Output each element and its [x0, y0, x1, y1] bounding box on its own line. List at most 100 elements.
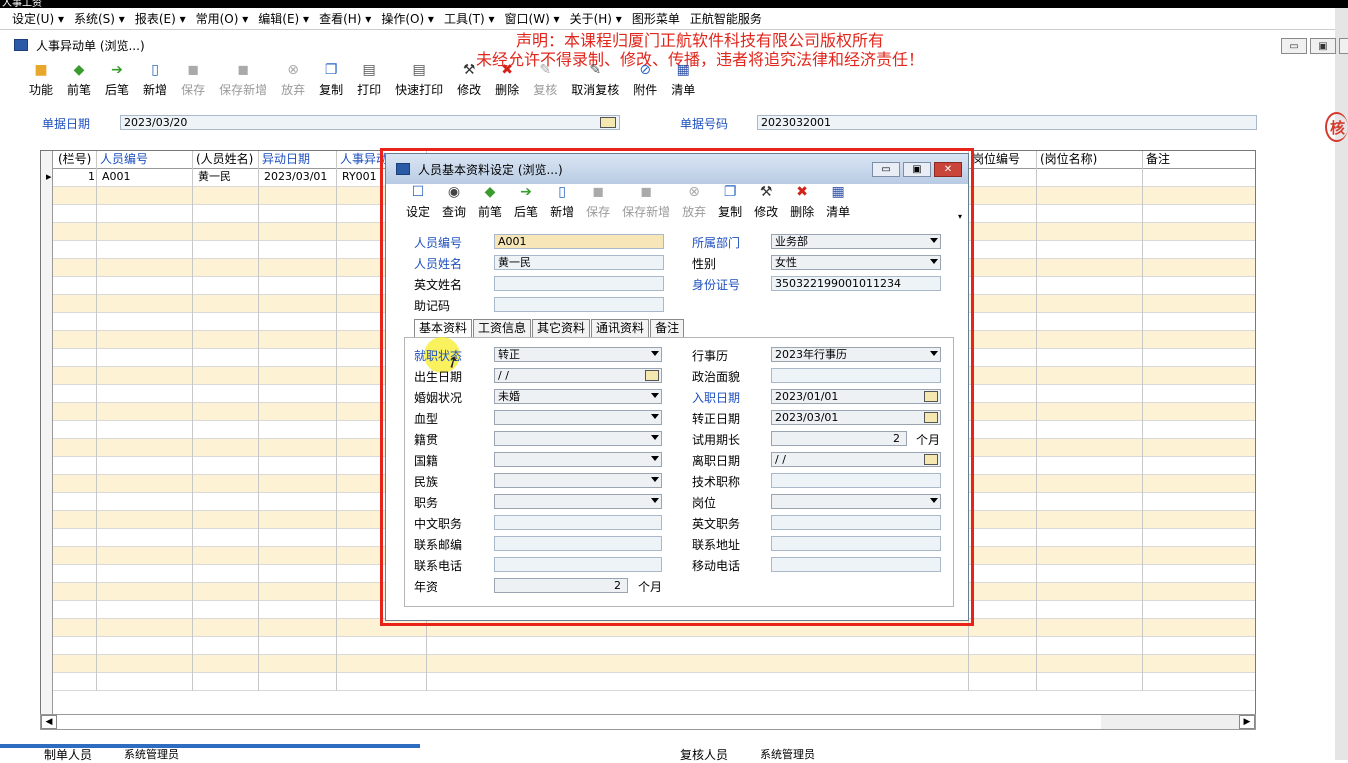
- menu-item-1[interactable]: 系统(S) ▾: [74, 10, 125, 27]
- dialog-maximize-button[interactable]: ▣: [903, 162, 931, 177]
- menu-item-4[interactable]: 编辑(E) ▾: [258, 10, 309, 27]
- toolbar-button-15[interactable]: ▦ 清单: [664, 62, 702, 102]
- chevron-down-icon[interactable]: [651, 435, 659, 440]
- dept-combo[interactable]: 业务部: [771, 234, 941, 249]
- chevron-down-icon[interactable]: [651, 414, 659, 419]
- calendar-icon[interactable]: [600, 117, 616, 128]
- toolbar-button-11[interactable]: ✖ 删除: [488, 62, 526, 102]
- toolbar-button-13[interactable]: ✎ 取消复核: [564, 62, 626, 102]
- cell-change[interactable]: RY001: [339, 169, 377, 185]
- tab-2[interactable]: 其它资料: [532, 319, 591, 337]
- left-field-6[interactable]: [494, 473, 662, 488]
- right-field-7[interactable]: [771, 494, 941, 509]
- chevron-down-icon[interactable]: [930, 259, 938, 264]
- toolbar-button-6[interactable]: ⊗ 放弃: [274, 62, 312, 102]
- toolbar-button-9[interactable]: ▤ 快速打印: [388, 62, 450, 102]
- grid-header-5[interactable]: 岗位编号: [969, 151, 1020, 167]
- left-field-8[interactable]: [494, 515, 662, 530]
- scroll-right-icon[interactable]: ▶: [1239, 715, 1255, 729]
- right-field-8[interactable]: [771, 515, 941, 530]
- menu-item-6[interactable]: 操作(O) ▾: [381, 10, 434, 27]
- menu-item-11[interactable]: 正航智能服务: [690, 10, 762, 27]
- calendar-icon[interactable]: [924, 391, 938, 402]
- grid-header-2[interactable]: (人员姓名): [193, 151, 253, 167]
- left-field-4[interactable]: [494, 431, 662, 446]
- tab-1[interactable]: 工资信息: [473, 319, 532, 337]
- chevron-down-icon[interactable]: [651, 477, 659, 482]
- menu-item-8[interactable]: 窗口(W) ▾: [505, 10, 560, 27]
- dialog-minimize-button[interactable]: ▭: [872, 162, 900, 177]
- menu-item-5[interactable]: 查看(H) ▾: [319, 10, 371, 27]
- chevron-down-icon[interactable]: [930, 238, 938, 243]
- toolbar-button-14[interactable]: ⊘ 附件: [626, 62, 664, 102]
- doc-no-field[interactable]: 2023032001: [757, 115, 1257, 130]
- left-field-3[interactable]: [494, 410, 662, 425]
- minimize-button[interactable]: ▭: [1281, 38, 1307, 54]
- grid-header-1[interactable]: 人员编号: [97, 151, 148, 167]
- left-field-7[interactable]: [494, 494, 662, 509]
- row-marker[interactable]: ▸: [43, 169, 52, 185]
- gender-combo[interactable]: 女性: [771, 255, 941, 270]
- menu-item-7[interactable]: 工具(T) ▾: [444, 10, 495, 27]
- right-field-6[interactable]: [771, 473, 941, 488]
- right-field-10[interactable]: [771, 557, 941, 572]
- doc-date-field[interactable]: 2023/03/20: [120, 115, 620, 130]
- cell-emp-name[interactable]: 黄一民: [195, 169, 231, 185]
- left-field-1[interactable]: / /: [494, 368, 662, 383]
- toolbar-button-5[interactable]: ◼ 保存新增: [212, 62, 274, 102]
- left-field-9[interactable]: [494, 536, 662, 551]
- left-field-2[interactable]: 未婚: [494, 389, 662, 404]
- cell-no[interactable]: 1: [55, 169, 95, 185]
- name-field[interactable]: 黄一民: [494, 255, 664, 270]
- left-field-5[interactable]: [494, 452, 662, 467]
- tab-3[interactable]: 通讯资料: [591, 319, 650, 337]
- grid-header-0[interactable]: (栏号): [55, 151, 91, 167]
- chevron-down-icon[interactable]: [651, 351, 659, 356]
- restore-button[interactable]: ▣: [1310, 38, 1336, 54]
- right-field-1[interactable]: [771, 368, 941, 383]
- grid-header-3[interactable]: 异动日期: [259, 151, 310, 167]
- left-field-10[interactable]: [494, 557, 662, 572]
- toolbar-button-12[interactable]: ✎ 复核: [526, 62, 564, 102]
- grid-header-7[interactable]: 备注: [1143, 151, 1170, 167]
- dialog-close-button[interactable]: ✕: [934, 162, 962, 177]
- scroll-left-icon[interactable]: ◀: [41, 715, 57, 729]
- right-field-3[interactable]: 2023/03/01: [771, 410, 941, 425]
- mnemonic-field[interactable]: [494, 297, 664, 312]
- toolbar-button-2[interactable]: ➔ 后笔: [98, 62, 136, 102]
- calendar-icon[interactable]: [924, 412, 938, 423]
- right-field-5[interactable]: / /: [771, 452, 941, 467]
- scroll-thumb[interactable]: [57, 715, 1101, 729]
- emp-no-field[interactable]: A001: [494, 234, 664, 249]
- menu-item-9[interactable]: 关于(H) ▾: [570, 10, 622, 27]
- chevron-down-icon[interactable]: [651, 498, 659, 503]
- toolbar-button-4[interactable]: ◼ 保存: [174, 62, 212, 102]
- calendar-icon[interactable]: [924, 454, 938, 465]
- toolbar-button-8[interactable]: ▤ 打印: [350, 62, 388, 102]
- toolbar-button-10[interactable]: ⚒ 修改: [450, 62, 488, 102]
- chevron-down-icon[interactable]: [651, 456, 659, 461]
- menu-item-3[interactable]: 常用(O) ▾: [196, 10, 249, 27]
- toolbar-button-7[interactable]: ❐ 复制: [312, 62, 350, 102]
- toolbar-button-0[interactable]: ■ 功能: [22, 62, 60, 102]
- cell-date[interactable]: 2023/03/01: [261, 169, 327, 185]
- calendar-icon[interactable]: [645, 370, 659, 381]
- menu-item-10[interactable]: 图形菜单: [632, 10, 680, 27]
- en-name-field[interactable]: [494, 276, 664, 291]
- horizontal-scrollbar[interactable]: ◀ ▶: [40, 714, 1256, 730]
- id-field[interactable]: 350322199001011234: [771, 276, 941, 291]
- menu-item-2[interactable]: 报表(E) ▾: [135, 10, 186, 27]
- grid-header-6[interactable]: (岗位名称): [1037, 151, 1097, 167]
- tab-4[interactable]: 备注: [650, 319, 685, 337]
- tab-0[interactable]: 基本资料: [414, 319, 473, 338]
- close-button[interactable]: ✕: [1339, 38, 1348, 54]
- chevron-down-icon[interactable]: [651, 393, 659, 398]
- cell-emp-no[interactable]: A001: [99, 169, 131, 185]
- left-field-0[interactable]: 转正: [494, 347, 662, 362]
- toolbar-button-3[interactable]: ▯ 新增: [136, 62, 174, 102]
- chevron-down-icon[interactable]: [930, 351, 938, 356]
- right-field-2[interactable]: 2023/01/01: [771, 389, 941, 404]
- menu-item-0[interactable]: 设定(U) ▾: [12, 10, 64, 27]
- chevron-down-icon[interactable]: [930, 498, 938, 503]
- right-field-4[interactable]: 2: [771, 431, 907, 446]
